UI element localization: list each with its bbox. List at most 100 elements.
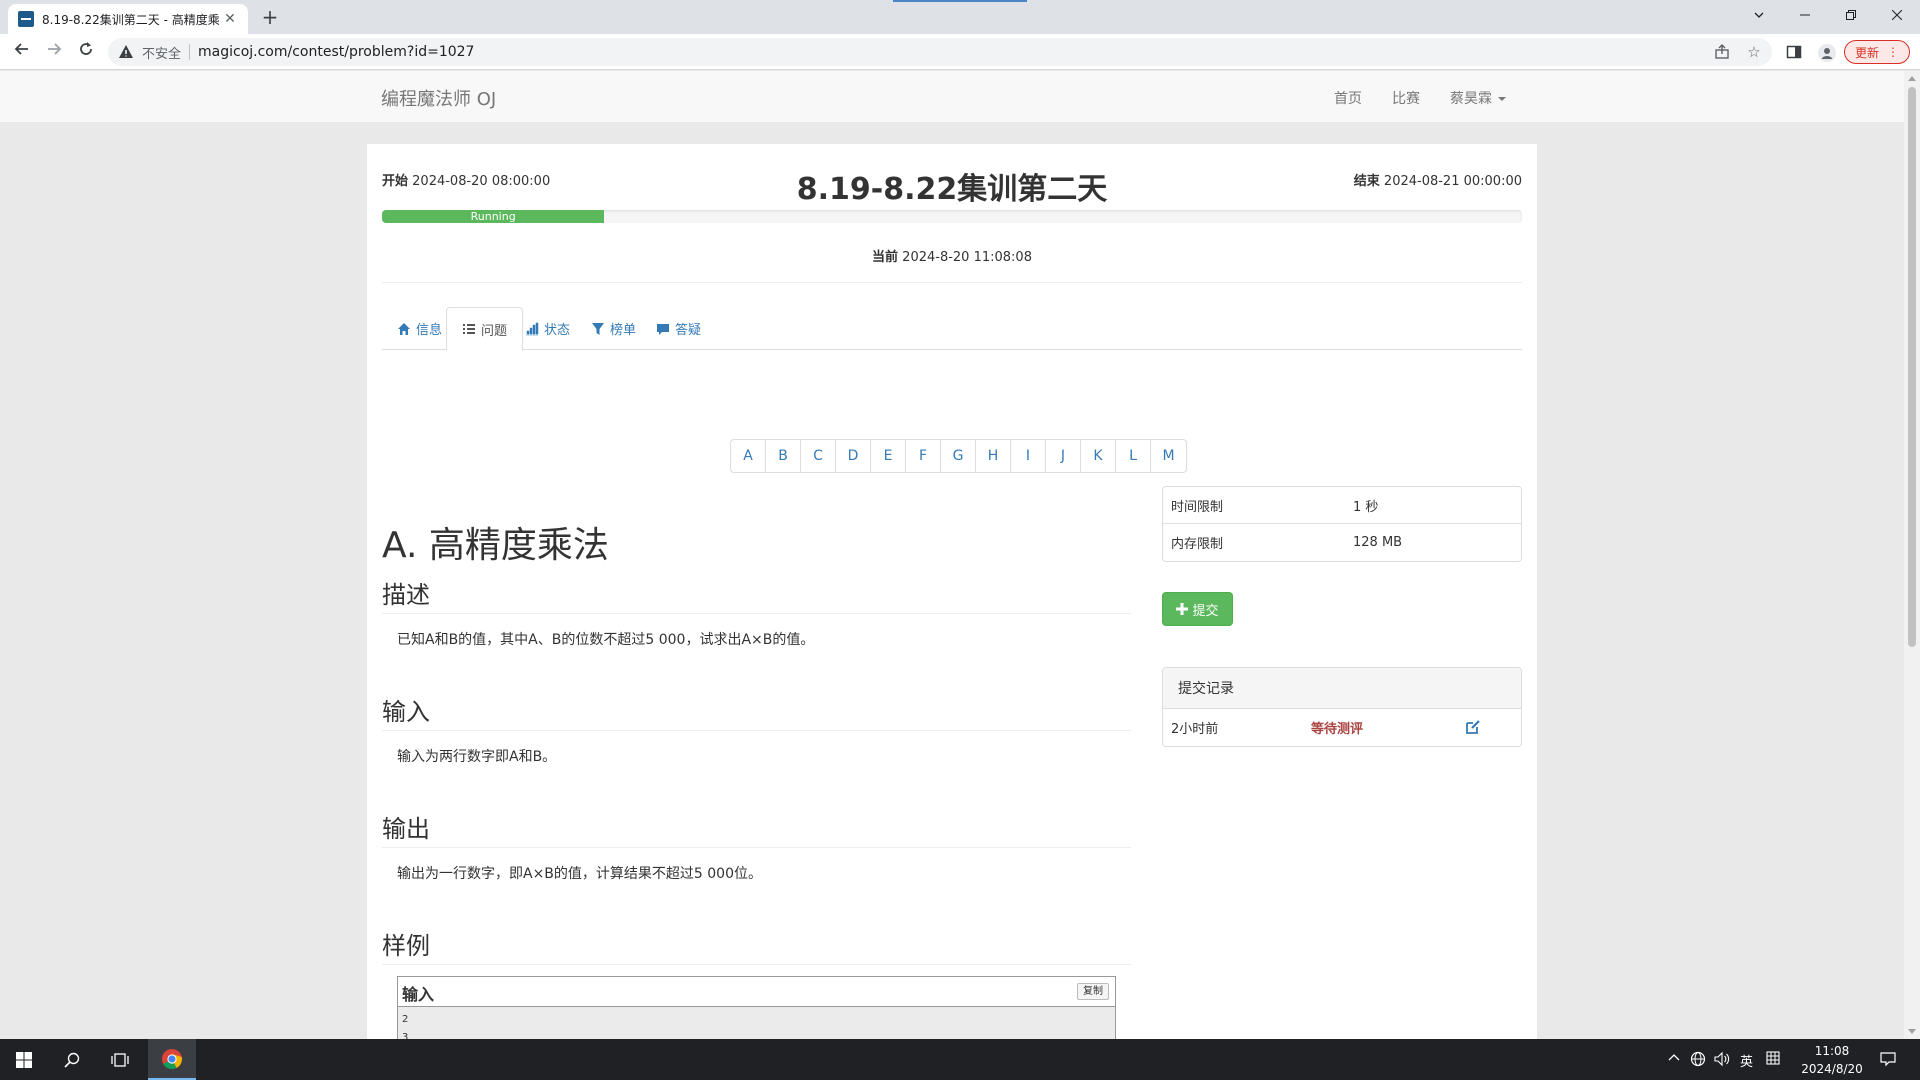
divider <box>382 282 1522 283</box>
volume-icon[interactable] <box>1714 1051 1730 1071</box>
browser-toolbar: 不安全 magicoj.com/contest/problem?id=1027 … <box>0 34 1920 70</box>
profile-avatar-icon[interactable] <box>1818 44 1836 62</box>
problem-letter-link[interactable]: L <box>1116 440 1151 472</box>
tab-problems-label: 问题 <box>481 323 508 339</box>
restore-button[interactable] <box>1828 0 1874 30</box>
nav-home-link[interactable]: 首页 <box>1334 88 1362 108</box>
scroll-down-arrow-icon[interactable] <box>1908 1029 1916 1034</box>
tray-chevron-icon[interactable] <box>1668 1051 1680 1066</box>
problem-letter-pager: ABCDEFGHIJKLM <box>730 439 1187 473</box>
divider <box>382 847 1131 848</box>
page-scrollbar[interactable] <box>1904 71 1920 1039</box>
time-limit-value: 1 秒 <box>1353 499 1379 515</box>
taskbar-clock[interactable]: 11:08 2024/8/20 <box>1782 1042 1882 1078</box>
insecure-label: 不安全 <box>142 46 182 62</box>
tab-close-icon[interactable]: ✕ <box>222 11 238 27</box>
sample-input-line: 2 <box>402 1014 409 1025</box>
scroll-up-arrow-icon[interactable] <box>1908 76 1916 81</box>
back-arrow-icon[interactable] <box>10 40 34 64</box>
minimize-button[interactable] <box>1782 0 1828 30</box>
sample-heading: 样例 <box>382 932 430 960</box>
problem-letter-link[interactable]: M <box>1151 440 1186 472</box>
reload-icon[interactable] <box>74 40 98 64</box>
windows-taskbar: 英 11:08 2024/8/20 <box>0 1039 1920 1080</box>
nav-user-dropdown[interactable]: 蔡昊霖 <box>1450 88 1506 108</box>
browser-tabstrip: 8.19-8.22集训第二天 - 高精度乘 ✕ + <box>0 0 1920 34</box>
tab-clarifications[interactable]: 答疑 <box>641 307 716 350</box>
sample-input-header: 输入 复制 <box>398 977 1115 1007</box>
tab-search-chevron-icon[interactable] <box>1736 0 1782 30</box>
record-row: 2小时前 等待测评 <box>1163 709 1521 746</box>
tab-info-label: 信息 <box>416 323 443 338</box>
scrollbar-thumb[interactable] <box>1908 87 1916 647</box>
sample-input-line: 3 <box>402 1032 409 1039</box>
plus-icon <box>1176 603 1189 615</box>
update-label: 更新 <box>1854 45 1879 60</box>
caret-down-icon <box>1498 97 1506 101</box>
problem-letter-link[interactable]: J <box>1046 440 1081 472</box>
copy-input-button[interactable]: 复制 <box>1077 983 1109 1000</box>
tab-status[interactable]: 状态 <box>510 307 585 350</box>
contest-progress-bar: Running <box>382 210 1522 223</box>
page-viewport: 编程魔法师 OJ 首页 比赛 蔡昊霖 开始 2024-08-20 08:00:0… <box>0 71 1904 1039</box>
side-panel-icon[interactable] <box>1786 44 1802 60</box>
submission-records-panel: 提交记录 2小时前 等待测评 <box>1162 667 1522 747</box>
sample-input-body: 2 3 <box>398 1007 1115 1039</box>
problem-letter-link[interactable]: A <box>731 440 766 472</box>
tab-ranklist[interactable]: 榜单 <box>576 307 651 350</box>
update-button[interactable]: 更新 ⋮ <box>1844 40 1910 64</box>
problem-letter-link[interactable]: E <box>871 440 906 472</box>
bookmark-star-icon[interactable]: ☆ <box>1746 44 1762 60</box>
submit-button[interactable]: 提交 <box>1162 592 1233 626</box>
problem-title: A. 高精度乘法 <box>382 525 609 566</box>
limits-table: 时间限制 1 秒 内存限制 128 MB <box>1162 486 1522 562</box>
tab-clarifications-label: 答疑 <box>675 323 702 338</box>
now-time: 2024-8-20 11:08:08 <box>902 250 1032 265</box>
more-menu-icon: ⋮ <box>1887 45 1899 59</box>
problem-letter-link[interactable]: I <box>1011 440 1046 472</box>
filter-icon <box>592 322 604 335</box>
bar-chart-icon <box>526 322 539 335</box>
close-window-button[interactable] <box>1874 0 1920 30</box>
problem-letter-link[interactable]: G <box>941 440 976 472</box>
problem-letter-link[interactable]: H <box>976 440 1011 472</box>
notification-icon[interactable] <box>1880 1051 1896 1071</box>
share-icon[interactable] <box>1714 44 1730 60</box>
record-status[interactable]: 等待测评 <box>1311 718 1363 737</box>
chrome-taskbar-icon[interactable] <box>148 1039 196 1080</box>
memory-limit-row: 内存限制 128 MB <box>1163 524 1521 561</box>
problem-letter-link[interactable]: K <box>1081 440 1116 472</box>
forward-arrow-icon[interactable] <box>42 40 66 64</box>
problem-letter-link[interactable]: D <box>836 440 871 472</box>
address-bar[interactable]: 不安全 magicoj.com/contest/problem?id=1027 <box>108 38 1772 66</box>
site-brand[interactable]: 编程魔法师 OJ <box>381 85 496 111</box>
browser-tab[interactable]: 8.19-8.22集训第二天 - 高精度乘 ✕ <box>8 4 248 34</box>
task-view-icon[interactable] <box>96 1039 144 1080</box>
divider <box>382 613 1131 614</box>
network-globe-icon[interactable] <box>1690 1051 1706 1071</box>
output-heading: 输出 <box>382 815 430 843</box>
contest-panel: 开始 2024-08-20 08:00:00 8.19-8.22集训第二天 结束… <box>367 144 1537 1039</box>
problem-letter-link[interactable]: F <box>906 440 941 472</box>
output-text: 输出为一行数字，即A×B的值，计算结果不超过5 000位。 <box>397 866 762 882</box>
time-limit-row: 时间限制 1 秒 <box>1163 487 1521 524</box>
nav-contests-link[interactable]: 比赛 <box>1392 88 1420 108</box>
time-limit-label: 时间限制 <box>1171 499 1224 515</box>
comment-icon <box>657 323 669 335</box>
ime-indicator[interactable]: 英 <box>1740 1051 1753 1070</box>
url-text[interactable]: magicoj.com/contest/problem?id=1027 <box>198 44 474 60</box>
windows-start-icon[interactable] <box>0 1039 48 1080</box>
list-icon <box>463 324 475 334</box>
progress-fill: Running <box>382 210 605 223</box>
sample-box: 输入 复制 2 3 输出 复制 6 <box>397 976 1116 1039</box>
description-heading: 描述 <box>382 581 430 609</box>
new-tab-button[interactable]: + <box>258 6 282 30</box>
problem-letter-link[interactable]: B <box>766 440 801 472</box>
search-icon[interactable] <box>48 1039 96 1080</box>
memory-limit-value: 128 MB <box>1353 535 1403 550</box>
ime-mode-icon[interactable] <box>1766 1051 1780 1069</box>
problem-letter-link[interactable]: C <box>801 440 836 472</box>
contest-tabs: 信息 问题 状态 榜单 答疑 <box>382 307 1522 351</box>
edit-icon[interactable] <box>1465 719 1481 735</box>
tab-status-label: 状态 <box>544 323 571 338</box>
